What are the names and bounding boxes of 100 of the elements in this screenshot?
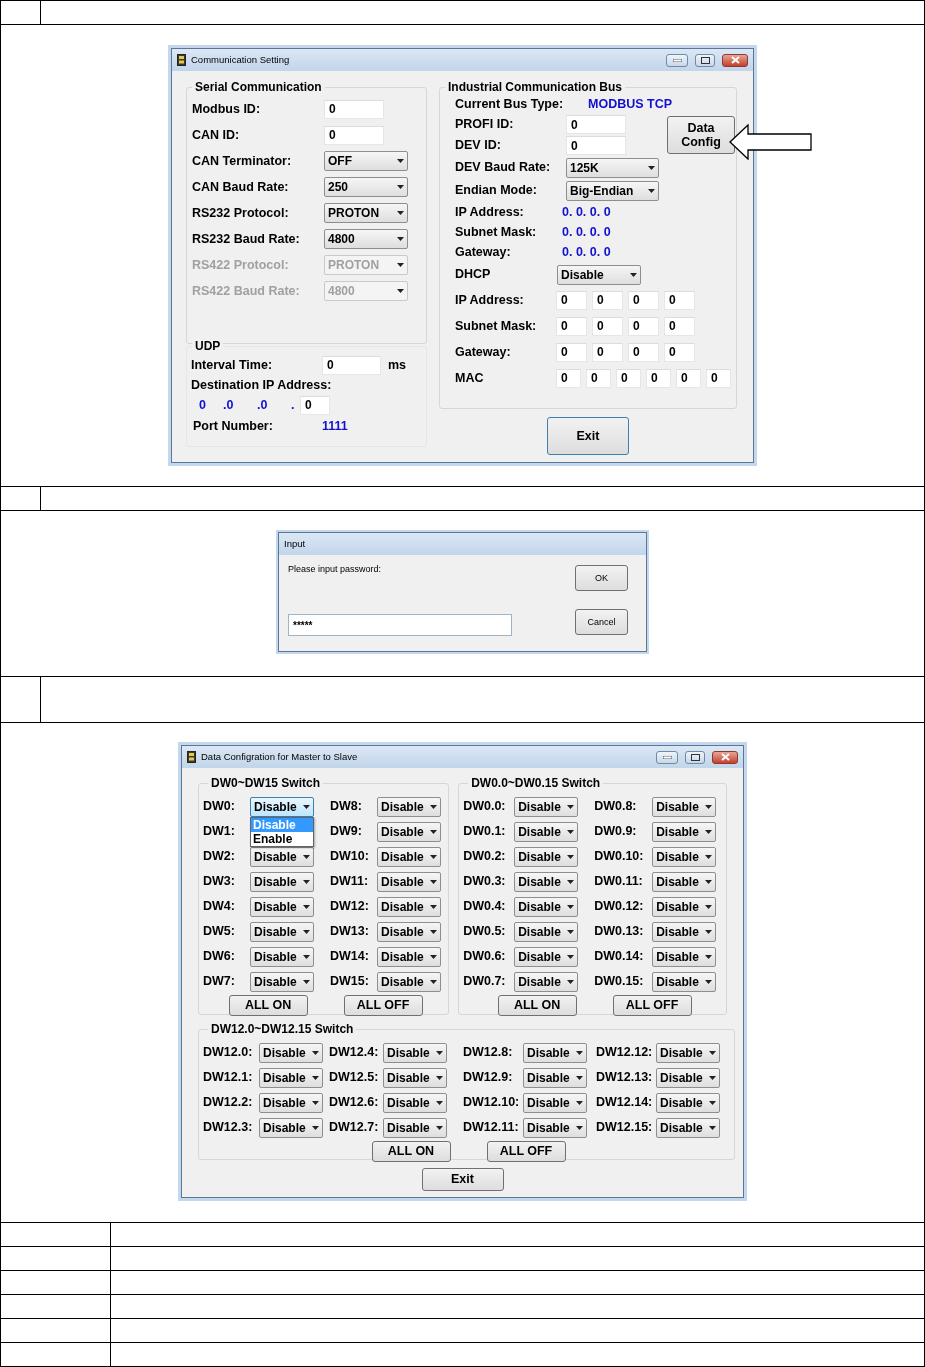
input-field[interactable]: 0 [300, 395, 330, 415]
switch-button[interactable]: ALL ON [228, 995, 308, 1016]
input-field[interactable]: 0 [592, 342, 623, 362]
dropdown[interactable]: 125K [566, 157, 659, 178]
switch-button[interactable]: ALL ON [497, 995, 577, 1016]
close-button[interactable] [712, 750, 738, 764]
dropdown[interactable]: Disable [652, 946, 717, 967]
dropdown[interactable]: Disable [259, 1042, 323, 1063]
dropdown[interactable]: Disable [383, 1092, 447, 1113]
dropdown[interactable]: 250 [324, 177, 408, 197]
maximize-button[interactable] [685, 750, 705, 764]
input-field[interactable]: 0 [556, 368, 581, 388]
dropdown[interactable]: Disable [250, 896, 314, 917]
input-field[interactable]: 0 [616, 368, 641, 388]
dropdown[interactable]: Disable [514, 821, 579, 842]
exit-button[interactable]: Exit [421, 1168, 504, 1191]
input-field[interactable]: 0 [566, 136, 626, 155]
dropdown[interactable]: Disable [250, 946, 314, 967]
dropdown[interactable]: Disable [652, 896, 717, 917]
input-field[interactable]: 0 [664, 290, 695, 310]
dropdown[interactable]: Disable [250, 971, 314, 992]
dropdown[interactable]: Disable [250, 921, 314, 942]
dropdown[interactable]: Disable [514, 921, 579, 942]
dropdown[interactable]: Disable [523, 1092, 587, 1113]
dropdown[interactable]: Disable [377, 971, 441, 992]
data-config-button[interactable]: Data Config [667, 116, 735, 154]
input-field[interactable]: 0 [628, 316, 659, 336]
dropdown[interactable]: Disable [557, 264, 641, 285]
input-field[interactable]: 0 [324, 99, 384, 119]
dropdown[interactable]: Disable [514, 971, 579, 992]
input-field[interactable]: 0 [592, 290, 623, 310]
dropdown[interactable]: Disable [514, 896, 579, 917]
dropdown[interactable]: Disable [250, 871, 314, 892]
dropdown[interactable]: Disable [652, 821, 717, 842]
dropdown[interactable]: Disable [377, 871, 441, 892]
dropdown[interactable]: Disable [652, 846, 717, 867]
dropdown[interactable]: Disable [514, 796, 579, 817]
dropdown[interactable]: PROTON [324, 203, 408, 223]
dropdown[interactable]: Disable [523, 1067, 587, 1088]
minimize-button[interactable] [656, 750, 678, 764]
dropdown[interactable]: Disable [652, 796, 717, 817]
input-field[interactable]: 0 [628, 290, 659, 310]
dropdown[interactable]: Disable [656, 1117, 720, 1138]
dropdown[interactable]: Disable [652, 971, 717, 992]
dropdown[interactable]: Disable [656, 1067, 720, 1088]
dropdown[interactable]: Disable [514, 871, 579, 892]
dropdown[interactable]: Disable [656, 1092, 720, 1113]
input-field[interactable]: 0 [556, 290, 587, 310]
dropdown[interactable]: Disable [514, 846, 579, 867]
dropdown[interactable]: Disable [250, 796, 314, 817]
dropdown[interactable]: Disable [383, 1042, 447, 1063]
input-field[interactable]: 0 [706, 368, 731, 388]
input-field[interactable]: 0 [676, 368, 701, 388]
dropdown[interactable]: Disable [652, 921, 717, 942]
dropdown[interactable]: Disable [259, 1117, 323, 1138]
dropdown[interactable]: Disable [259, 1092, 323, 1113]
input-field[interactable]: 0 [556, 316, 587, 336]
input-field[interactable]: 0 [592, 316, 623, 336]
input-field[interactable]: 0 [322, 355, 381, 375]
dropdown[interactable]: Disable [652, 871, 717, 892]
input-field[interactable]: ***** [288, 614, 512, 636]
input-field[interactable]: 0 [586, 368, 611, 388]
exit-button[interactable]: Exit [547, 417, 629, 455]
input-field[interactable]: 0 [324, 125, 384, 145]
input-field[interactable]: 0 [646, 368, 671, 388]
dropdown[interactable]: Disable [383, 1117, 447, 1138]
dropdown[interactable]: OFF [324, 151, 408, 171]
input-field[interactable]: 0 [628, 342, 659, 362]
input-field[interactable]: 0 [556, 342, 587, 362]
dropdown[interactable]: Disable [377, 846, 441, 867]
dropdown[interactable]: Disable [523, 1117, 587, 1138]
dropdown[interactable]: Disable [656, 1042, 720, 1063]
switch-button[interactable]: ALL OFF [612, 995, 692, 1016]
dropdown[interactable]: Disable [523, 1042, 587, 1063]
ip-octet-text: . [291, 396, 296, 414]
switch-button[interactable]: ALL OFF [343, 995, 423, 1016]
dropdown[interactable]: Disable [514, 946, 579, 967]
caret-icon [397, 211, 404, 215]
dropdown-option[interactable]: Enable [251, 831, 313, 846]
minimize-button[interactable] [666, 53, 688, 67]
switch-button[interactable]: ALL ON [371, 1141, 451, 1162]
field-label: RS422 Protocol: [192, 256, 290, 274]
dropdown[interactable]: Big-Endian [566, 180, 659, 201]
close-button[interactable] [722, 53, 748, 67]
dropdown[interactable]: Disable [377, 921, 441, 942]
dialog-button[interactable]: Cancel [575, 609, 628, 635]
dropdown[interactable]: Disable [383, 1067, 447, 1088]
dialog-button[interactable]: OK [575, 565, 628, 591]
dropdown[interactable]: Disable [377, 896, 441, 917]
input-field[interactable]: 0 [566, 115, 626, 134]
input-field[interactable]: 0 [664, 342, 695, 362]
switch-button[interactable]: ALL OFF [486, 1141, 566, 1162]
dropdown[interactable]: Disable [377, 946, 441, 967]
maximize-button[interactable] [695, 53, 715, 67]
dropdown[interactable]: Disable [377, 821, 441, 842]
dropdown[interactable]: Disable [250, 846, 314, 867]
input-field[interactable]: 0 [664, 316, 695, 336]
dropdown[interactable]: Disable [377, 796, 441, 817]
dropdown[interactable]: 4800 [324, 229, 408, 249]
dropdown[interactable]: Disable [259, 1067, 323, 1088]
